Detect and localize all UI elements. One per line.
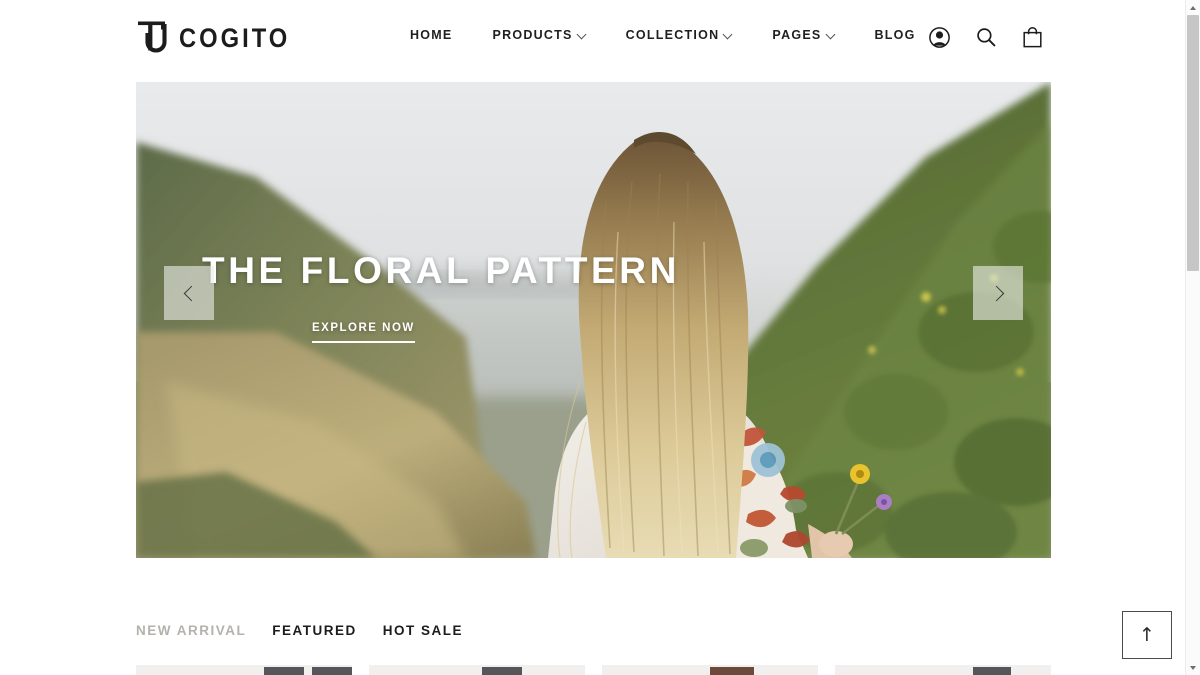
tc-monogram-icon xyxy=(136,19,170,57)
nav-label: PAGES xyxy=(772,28,822,42)
chevron-down-icon xyxy=(827,30,835,38)
scrollbar-thumb[interactable] xyxy=(1187,15,1199,271)
explore-now-button[interactable]: EXPLORE NOW xyxy=(312,322,415,343)
vertical-scrollbar[interactable] xyxy=(1185,0,1200,675)
product-grid xyxy=(136,665,1051,675)
product-card[interactable] xyxy=(369,665,585,675)
hero-title: THE FLORAL PATTERN xyxy=(202,250,680,291)
site-header: COGITO HOME PRODUCTS COLLECTION PAGES BL… xyxy=(0,0,1185,80)
logo-text: COGITO xyxy=(179,22,291,53)
product-swatch xyxy=(710,667,754,675)
hero-cta-wrap: EXPLORE NOW xyxy=(312,318,415,343)
product-swatch xyxy=(312,667,352,675)
nav-label: HOME xyxy=(410,28,453,42)
product-swatch xyxy=(482,667,522,675)
hero-next-button[interactable] xyxy=(973,266,1023,320)
search-icon[interactable] xyxy=(976,27,996,47)
scroll-to-top-button[interactable]: ↑ xyxy=(1122,611,1172,659)
chevron-down-icon xyxy=(578,30,586,38)
shopping-bag-icon[interactable] xyxy=(1022,26,1043,48)
nav-item-collection[interactable]: COLLECTION xyxy=(606,29,753,42)
tab-hot-sale[interactable]: HOT SALE xyxy=(383,623,463,638)
hero-caption: THE FLORAL PATTERN EXPLORE NOW xyxy=(202,252,802,343)
main-navigation: HOME PRODUCTS COLLECTION PAGES BLOG xyxy=(410,29,936,42)
page-viewport: COGITO HOME PRODUCTS COLLECTION PAGES BL… xyxy=(0,0,1185,675)
chevron-right-icon xyxy=(988,285,1004,301)
nav-item-home[interactable]: HOME xyxy=(410,29,473,42)
chevron-left-icon xyxy=(183,285,199,301)
product-card[interactable] xyxy=(602,665,818,675)
scroll-up-arrow-icon[interactable] xyxy=(1186,0,1200,15)
scroll-down-arrow-icon[interactable] xyxy=(1186,660,1200,675)
account-icon[interactable] xyxy=(929,26,950,48)
chevron-down-icon xyxy=(724,30,732,38)
browser-page: COGITO HOME PRODUCTS COLLECTION PAGES BL… xyxy=(0,0,1200,675)
arrow-up-icon: ↑ xyxy=(1139,623,1155,646)
tab-featured[interactable]: FEATURED xyxy=(272,623,357,638)
nav-label: BLOG xyxy=(874,28,916,42)
nav-item-blog[interactable]: BLOG xyxy=(855,29,936,42)
product-swatch xyxy=(973,667,1011,675)
product-card[interactable] xyxy=(136,665,352,675)
site-logo[interactable]: COGITO xyxy=(136,14,305,62)
nav-label: COLLECTION xyxy=(625,28,720,42)
nav-item-pages[interactable]: PAGES xyxy=(752,29,854,42)
product-swatch xyxy=(264,667,304,675)
hero-prev-button[interactable] xyxy=(164,266,214,320)
header-icon-group xyxy=(929,26,1043,48)
product-filter-tabs: NEW ARRIVAL FEATURED HOT SALE xyxy=(136,623,463,638)
tab-new-arrival[interactable]: NEW ARRIVAL xyxy=(136,623,246,638)
product-card[interactable] xyxy=(835,665,1051,675)
nav-label: PRODUCTS xyxy=(492,28,573,42)
hero-slider: THE FLORAL PATTERN EXPLORE NOW xyxy=(136,82,1051,558)
nav-item-products[interactable]: PRODUCTS xyxy=(473,29,606,42)
